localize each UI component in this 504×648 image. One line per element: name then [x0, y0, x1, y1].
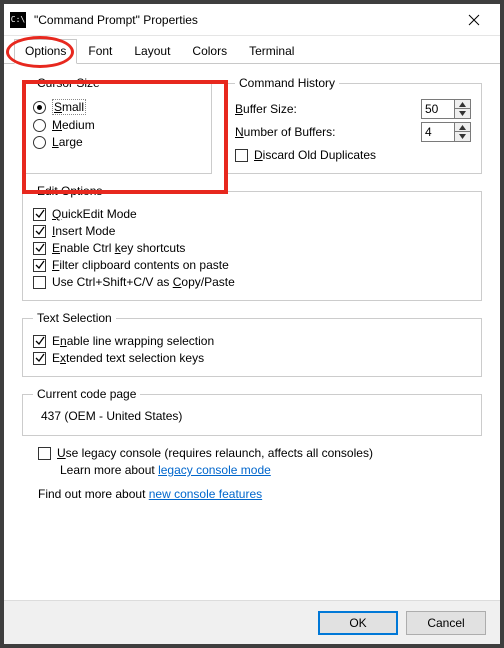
group-cursor-size-legend: Cursor Size [33, 76, 104, 90]
tab-layout[interactable]: Layout [123, 39, 181, 63]
quickedit-label: QuickEdit Mode [52, 207, 137, 221]
checkbox-icon [33, 242, 46, 255]
checkbox-ctrl-shortcuts[interactable]: Enable Ctrl key shortcuts [33, 241, 471, 255]
tab-colors[interactable]: Colors [181, 39, 238, 63]
group-cursor-size: Cursor Size Small Medium Large [22, 76, 212, 174]
radio-large[interactable]: Large [33, 135, 201, 149]
app-icon: C:\ [10, 12, 26, 28]
ctrlshift-cv-label: Use Ctrl+Shift+C/V as Copy/Paste [52, 275, 235, 289]
radio-small-label: mall [62, 100, 84, 114]
buffer-size-label: Buffer Size: [235, 102, 415, 116]
title-bar: C:\ "Command Prompt" Properties [4, 4, 500, 36]
ok-button[interactable]: OK [318, 611, 398, 635]
legacy-console-label: Use legacy console (requires relaunch, a… [57, 446, 373, 460]
dialog-body: Cursor Size Small Medium Large Command H… [4, 64, 500, 600]
insert-label: Insert Mode [52, 224, 115, 238]
codepage-value: 437 (OEM - United States) [33, 407, 471, 427]
buffer-size-input[interactable] [421, 99, 455, 119]
spinner-down-icon[interactable] [455, 109, 470, 118]
checkbox-icon [33, 352, 46, 365]
num-buffers-input[interactable] [421, 122, 455, 142]
link-new-console-features[interactable]: new console features [149, 487, 262, 501]
checkbox-icon [38, 447, 51, 460]
legacy-learn-more-prefix: Learn more about [60, 463, 158, 477]
tab-terminal[interactable]: Terminal [238, 39, 305, 63]
checkbox-legacy-console[interactable]: Use legacy console (requires relaunch, a… [38, 446, 482, 460]
spinner-up-icon[interactable] [455, 100, 470, 109]
tab-options[interactable]: Options [14, 39, 77, 64]
group-codepage: Current code page 437 (OEM - United Stat… [22, 387, 482, 436]
group-edit-options: Edit Options QuickEdit Mode Insert Mode … [22, 184, 482, 301]
link-legacy-console-mode[interactable]: legacy console mode [158, 463, 271, 477]
checkbox-extended-selection[interactable]: Extended text selection keys [33, 351, 471, 365]
radio-icon [33, 119, 46, 132]
checkbox-line-wrap[interactable]: Enable line wrapping selection [33, 334, 471, 348]
radio-large-label: arge [59, 135, 83, 149]
num-buffers-label: Number of Buffers: [235, 125, 415, 139]
checkbox-quickedit[interactable]: QuickEdit Mode [33, 207, 471, 221]
extended-selection-label: Extended text selection keys [52, 351, 204, 365]
cancel-button[interactable]: Cancel [406, 611, 486, 635]
discard-label: Discard Old Duplicates [254, 148, 376, 162]
tab-font[interactable]: Font [77, 39, 123, 63]
tab-bar: Options Font Layout Colors Terminal [4, 36, 500, 64]
group-text-selection-legend: Text Selection [33, 311, 116, 325]
spinner-up-icon[interactable] [455, 123, 470, 132]
group-codepage-legend: Current code page [33, 387, 140, 401]
spinner-down-icon[interactable] [455, 132, 470, 141]
buffer-size-spinner[interactable] [421, 99, 471, 119]
num-buffers-spinner[interactable] [421, 122, 471, 142]
radio-icon [33, 101, 46, 114]
find-out-prefix: Find out more about [38, 487, 149, 501]
checkbox-filter-clipboard[interactable]: Filter clipboard contents on paste [33, 258, 471, 272]
checkbox-insert[interactable]: Insert Mode [33, 224, 471, 238]
checkbox-icon [33, 276, 46, 289]
close-icon [468, 14, 480, 26]
line-wrap-label: Enable line wrapping selection [52, 334, 214, 348]
checkbox-ctrlshift-cv[interactable]: Use Ctrl+Shift+C/V as Copy/Paste [33, 275, 471, 289]
checkbox-icon [33, 259, 46, 272]
filter-clipboard-label: Filter clipboard contents on paste [52, 258, 229, 272]
checkbox-discard-duplicates[interactable]: Discard Old Duplicates [235, 148, 471, 162]
radio-medium[interactable]: Medium [33, 118, 201, 132]
group-edit-options-legend: Edit Options [33, 184, 106, 198]
group-command-history-legend: Command History [235, 76, 339, 90]
close-button[interactable] [454, 4, 494, 36]
checkbox-icon [33, 208, 46, 221]
checkbox-icon [33, 225, 46, 238]
legacy-learn-more: Learn more about legacy console mode [60, 463, 482, 477]
radio-icon [33, 136, 46, 149]
dialog-footer: OK Cancel [4, 600, 500, 644]
group-command-history: Command History Buffer Size: Number of B… [224, 76, 482, 174]
window-title: "Command Prompt" Properties [34, 13, 198, 27]
find-out-more: Find out more about new console features [38, 487, 482, 501]
ctrl-shortcuts-label: Enable Ctrl key shortcuts [52, 241, 185, 255]
checkbox-icon [235, 149, 248, 162]
radio-small[interactable]: Small [33, 99, 201, 115]
checkbox-icon [33, 335, 46, 348]
radio-medium-label: edium [62, 118, 95, 132]
group-text-selection: Text Selection Enable line wrapping sele… [22, 311, 482, 377]
